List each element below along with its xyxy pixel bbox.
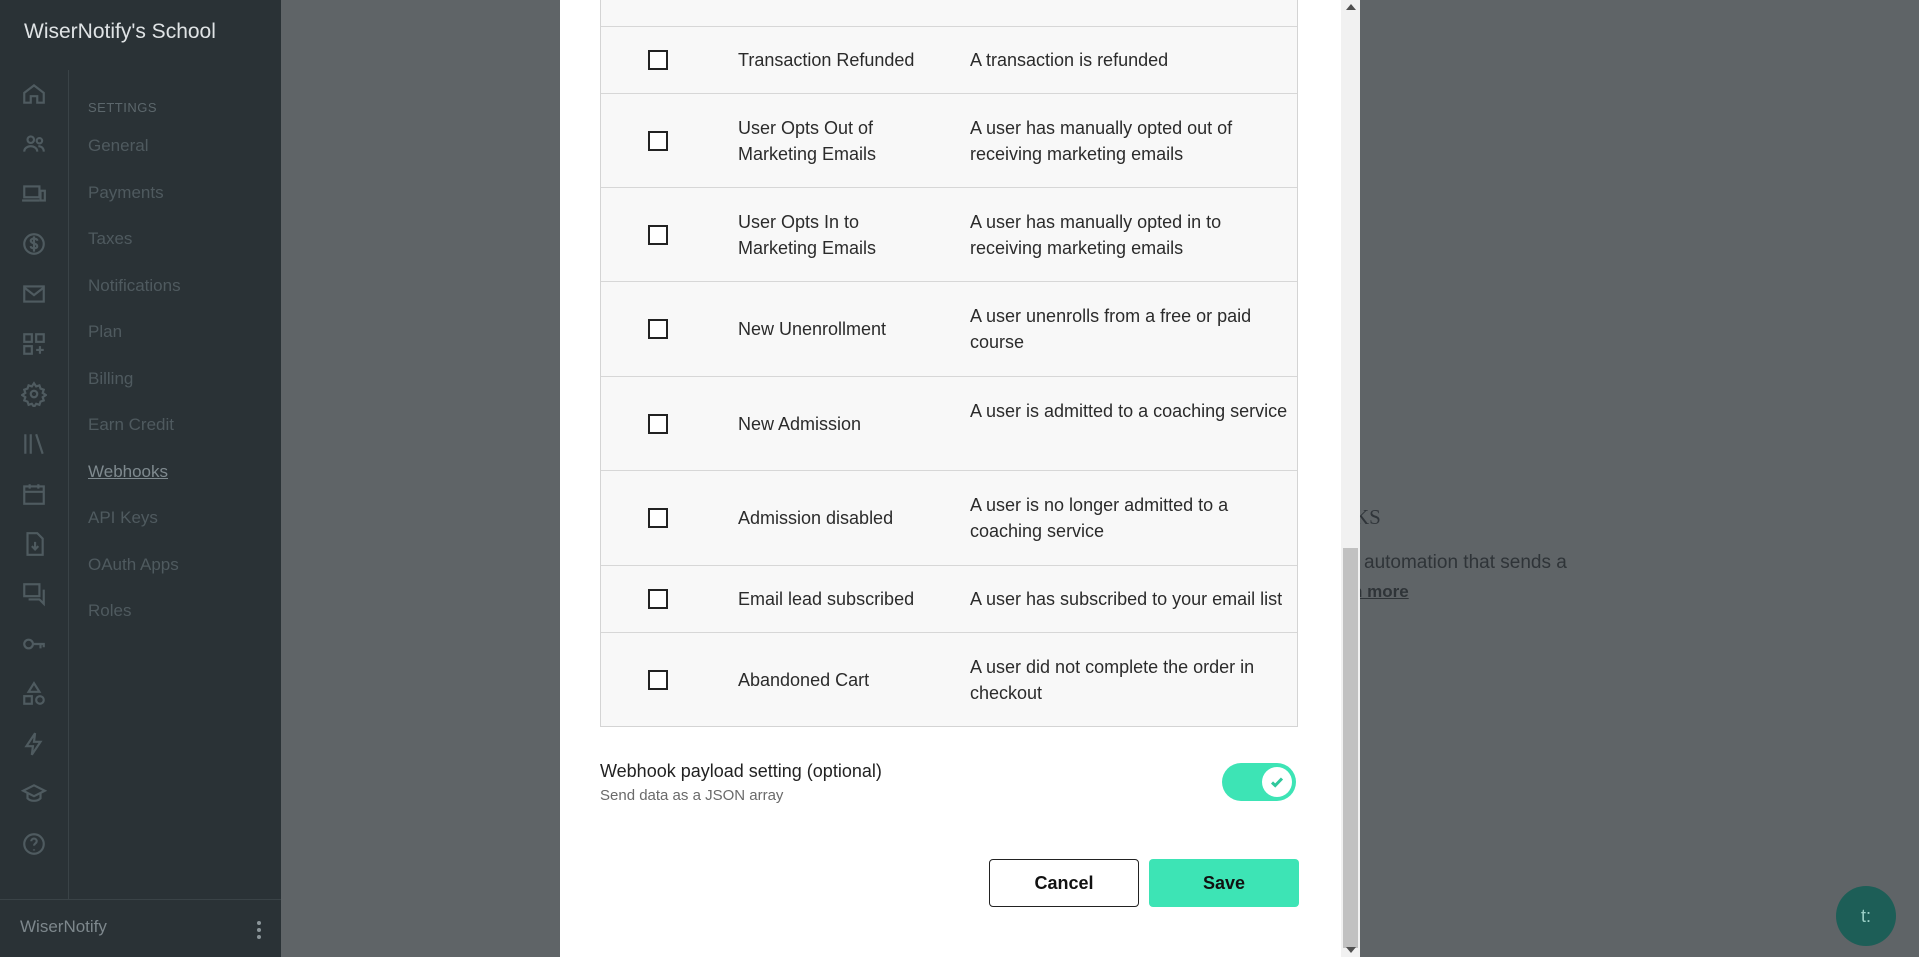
menu-item-plan[interactable]: Plan [88, 321, 278, 368]
event-name: Admission disabled [738, 508, 894, 528]
event-description: A user did not complete the order in che… [970, 657, 1255, 703]
menu-item-roles[interactable]: Roles [88, 600, 278, 647]
key-icon[interactable] [20, 630, 48, 658]
payload-setting-subtitle: Send data as a JSON array [600, 787, 784, 804]
table-row: New Admission A user is admitted to a co… [601, 376, 1297, 471]
event-description: A user has manually opted out of receivi… [970, 118, 1233, 164]
event-checkbox[interactable] [648, 670, 668, 690]
event-name: Abandoned Cart [738, 670, 870, 690]
download-doc-icon[interactable] [20, 530, 48, 558]
check-icon [1270, 777, 1284, 788]
menu-item-webhooks[interactable]: Webhooks [88, 461, 278, 508]
event-name: Transaction Refunded [738, 50, 915, 70]
mail-icon[interactable] [20, 280, 48, 308]
table-row: Abandoned Cart A user did not complete t… [601, 632, 1297, 727]
sidebar: WiserNotify's School SETTINGS General Pa… [0, 0, 281, 957]
json-array-toggle[interactable] [1222, 763, 1296, 801]
event-checkbox[interactable] [648, 508, 668, 528]
cancel-button[interactable]: Cancel [989, 859, 1139, 907]
event-checkbox[interactable] [648, 319, 668, 339]
event-checkbox[interactable] [648, 131, 668, 151]
settings-heading: SETTINGS [88, 100, 158, 115]
sidebar-footer: WiserNotify [0, 899, 281, 957]
kebab-menu-icon[interactable] [257, 918, 263, 942]
event-name: Email lead subscribed [738, 589, 915, 609]
save-button[interactable]: Save [1149, 859, 1299, 907]
graduation-cap-icon[interactable] [20, 780, 48, 808]
scroll-thumb[interactable] [1343, 548, 1358, 948]
devices-icon[interactable] [20, 180, 48, 208]
chat-widget-button[interactable]: t: [1836, 886, 1896, 946]
bolt-icon[interactable] [20, 730, 48, 758]
menu-item-taxes[interactable]: Taxes [88, 228, 278, 275]
webhook-modal: Transaction Refunded A transaction is re… [560, 0, 1341, 957]
apps-add-icon[interactable] [20, 330, 48, 358]
event-checkbox[interactable] [648, 225, 668, 245]
icon-rail [0, 70, 69, 900]
event-checkbox[interactable] [648, 589, 668, 609]
table-row: New Unenrollment A user unenrolls from a… [601, 281, 1297, 377]
menu-item-api-keys[interactable]: API Keys [88, 507, 278, 554]
event-description: A user is no longer admitted to a coachi… [970, 495, 1229, 541]
account-name[interactable]: WiserNotify [20, 917, 107, 937]
table-row: User Opts Out of Marketing Emails A user… [601, 93, 1297, 188]
background-text: automation that sends a [1364, 552, 1567, 573]
menu-item-payments[interactable]: Payments [88, 182, 278, 229]
menu-item-oauth-apps[interactable]: OAuth Apps [88, 554, 278, 601]
library-icon[interactable] [20, 430, 48, 458]
school-name[interactable]: WiserNotify's School [24, 20, 216, 44]
scroll-up-arrow-icon[interactable] [1346, 4, 1356, 10]
table-row: Admission disabled A user is no longer a… [601, 470, 1297, 566]
shapes-icon[interactable] [20, 680, 48, 708]
event-description: A user unenrolls from a free or paid cou… [970, 306, 1252, 352]
event-description: A user has manually opted in to receivin… [970, 212, 1222, 258]
scroll-down-arrow-icon[interactable] [1346, 947, 1356, 953]
gear-icon[interactable] [20, 380, 48, 408]
event-name: New Unenrollment [738, 319, 887, 339]
settings-menu: SETTINGS General Payments Taxes Notifica… [88, 100, 278, 647]
menu-item-earn-credit[interactable]: Earn Credit [88, 414, 278, 461]
event-description: A user has subscribed to your email list [970, 589, 1283, 609]
users-icon[interactable] [20, 130, 48, 158]
event-checkbox[interactable] [648, 50, 668, 70]
modal-scrollbar[interactable] [1341, 0, 1360, 957]
dollar-icon[interactable] [20, 230, 48, 258]
event-description: A user is admitted to a coaching service [970, 401, 1288, 421]
event-checkbox[interactable] [648, 414, 668, 434]
table-row: Email lead subscribed A user has subscri… [601, 565, 1297, 633]
calendar-icon[interactable] [20, 480, 48, 508]
payload-setting-title: Webhook payload setting (optional) [600, 761, 882, 781]
event-description: A transaction is refunded [970, 50, 1169, 70]
chat-icon[interactable] [20, 580, 48, 608]
menu-item-general[interactable]: General [88, 135, 278, 182]
background-learn-more-link: n more [1352, 582, 1409, 601]
table-row: User Opts In to Marketing Emails A user … [601, 187, 1297, 282]
event-name: New Admission [738, 414, 862, 434]
event-name: User Opts In to Marketing Emails [738, 212, 877, 258]
help-icon[interactable] [20, 830, 48, 858]
event-name: User Opts Out of Marketing Emails [738, 118, 877, 164]
home-icon[interactable] [20, 80, 48, 108]
table-row: Transaction Refunded A transaction is re… [601, 26, 1297, 94]
menu-item-notifications[interactable]: Notifications [88, 275, 278, 322]
menu-item-billing[interactable]: Billing [88, 368, 278, 415]
toggle-knob [1262, 767, 1292, 797]
events-table: Transaction Refunded A transaction is re… [600, 0, 1298, 727]
